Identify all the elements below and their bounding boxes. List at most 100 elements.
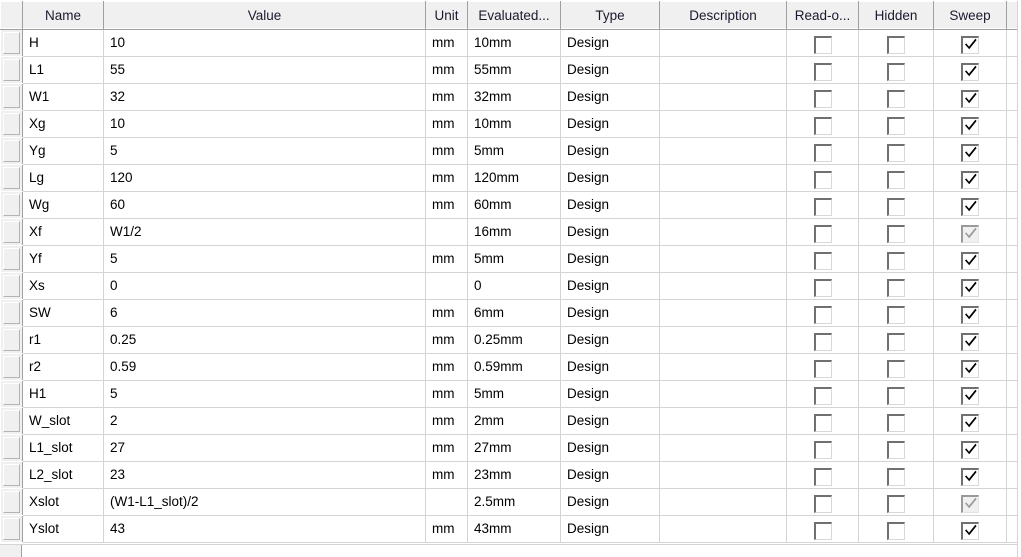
row-selector-box[interactable]	[2, 58, 20, 81]
readonly-checkbox[interactable]	[813, 521, 832, 540]
table-row[interactable]: Xg 10 mm 10mm Design	[0, 110, 1018, 138]
cell-readonly[interactable]	[786, 56, 859, 84]
cell-name[interactable]: W1	[22, 83, 104, 111]
cell-description[interactable]	[659, 326, 787, 354]
cell-type[interactable]: Design	[560, 380, 660, 408]
cell-evaluated[interactable]: 6mm	[467, 299, 561, 327]
row-selector-box[interactable]	[2, 409, 20, 432]
cell-type[interactable]: Design	[560, 461, 660, 489]
cell-description[interactable]	[659, 83, 787, 111]
cell-description[interactable]	[659, 488, 787, 516]
row-selector-cell[interactable]	[0, 56, 23, 84]
table-row[interactable]: SW 6 mm 6mm Design	[0, 299, 1018, 327]
hidden-checkbox[interactable]	[887, 305, 905, 324]
cell-sweep[interactable]	[933, 326, 1007, 354]
cell-readonly[interactable]	[786, 299, 859, 327]
column-header-name[interactable]: Name	[22, 1, 104, 30]
cell-name[interactable]: Xf	[22, 218, 104, 246]
sweep-checkbox[interactable]	[961, 278, 979, 297]
cell-sweep[interactable]	[933, 515, 1007, 543]
cell-name[interactable]: r1	[22, 326, 104, 354]
cell-readonly[interactable]	[786, 380, 859, 408]
cell-unit[interactable]	[425, 272, 468, 300]
table-row[interactable]: L2_slot 23 mm 23mm Design	[0, 461, 1018, 489]
column-header-readonly[interactable]: Read-o...	[786, 1, 859, 30]
cell-unit[interactable]: mm	[425, 164, 468, 192]
table-row[interactable]: Wg 60 mm 60mm Design	[0, 191, 1018, 219]
row-selector-box[interactable]	[2, 355, 20, 378]
cell-name[interactable]: Xs	[22, 272, 104, 300]
sweep-checkbox[interactable]	[961, 467, 979, 486]
cell-name[interactable]: Wg	[22, 191, 104, 219]
cell-unit[interactable]: mm	[425, 56, 468, 84]
column-header-description[interactable]: Description	[659, 1, 787, 30]
sweep-checkbox[interactable]	[961, 332, 979, 351]
cell-readonly[interactable]	[786, 110, 859, 138]
cell-value[interactable]: 5	[103, 380, 426, 408]
cell-type[interactable]: Design	[560, 56, 660, 84]
readonly-checkbox[interactable]	[813, 197, 832, 216]
sweep-checkbox[interactable]	[961, 197, 979, 216]
cell-evaluated[interactable]: 2.5mm	[467, 488, 561, 516]
cell-sweep[interactable]	[933, 191, 1007, 219]
cell-description[interactable]	[659, 461, 787, 489]
row-selector-cell[interactable]	[0, 488, 23, 516]
cell-unit[interactable]: mm	[425, 137, 468, 165]
column-header-hidden[interactable]: Hidden	[858, 1, 934, 30]
cell-value[interactable]: 10	[103, 110, 426, 138]
cell-value[interactable]: 5	[103, 245, 426, 273]
cell-type[interactable]: Design	[560, 83, 660, 111]
cell-unit[interactable]: mm	[425, 110, 468, 138]
cell-evaluated[interactable]: 0.59mm	[467, 353, 561, 381]
cell-type[interactable]: Design	[560, 326, 660, 354]
row-selector-cell[interactable]	[0, 380, 23, 408]
hidden-checkbox[interactable]	[887, 251, 905, 270]
cell-value[interactable]: 2	[103, 407, 426, 435]
cell-hidden[interactable]	[858, 245, 934, 273]
cell-evaluated[interactable]: 0	[467, 272, 561, 300]
cell-readonly[interactable]	[786, 164, 859, 192]
cell-hidden[interactable]	[858, 380, 934, 408]
readonly-checkbox[interactable]	[813, 35, 832, 54]
cell-value[interactable]: 6	[103, 299, 426, 327]
row-selector-box[interactable]	[2, 328, 20, 351]
hidden-checkbox[interactable]	[887, 35, 905, 54]
cell-evaluated[interactable]: 120mm	[467, 164, 561, 192]
cell-value[interactable]: 43	[103, 515, 426, 543]
cell-sweep[interactable]	[933, 299, 1007, 327]
cell-evaluated[interactable]: 10mm	[467, 29, 561, 57]
cell-unit[interactable]: mm	[425, 83, 468, 111]
cell-description[interactable]	[659, 353, 787, 381]
cell-hidden[interactable]	[858, 272, 934, 300]
cell-hidden[interactable]	[858, 218, 934, 246]
hidden-checkbox[interactable]	[887, 440, 905, 459]
cell-description[interactable]	[659, 299, 787, 327]
row-selector-box[interactable]	[2, 382, 20, 405]
row-selector-box[interactable]	[2, 220, 20, 243]
cell-value[interactable]: 0.25	[103, 326, 426, 354]
table-row[interactable]: r2 0.59 mm 0.59mm Design	[0, 353, 1018, 381]
cell-type[interactable]: Design	[560, 353, 660, 381]
hidden-checkbox[interactable]	[887, 386, 905, 405]
cell-unit[interactable]: mm	[425, 515, 468, 543]
cell-type[interactable]: Design	[560, 191, 660, 219]
cell-sweep[interactable]	[933, 218, 1007, 246]
hidden-checkbox[interactable]	[887, 278, 905, 297]
row-selector-cell[interactable]	[0, 299, 23, 327]
table-row[interactable]: L1 55 mm 55mm Design	[0, 56, 1018, 84]
table-row[interactable]: Yg 5 mm 5mm Design	[0, 137, 1018, 165]
cell-type[interactable]: Design	[560, 488, 660, 516]
readonly-checkbox[interactable]	[813, 305, 832, 324]
cell-hidden[interactable]	[858, 83, 934, 111]
readonly-checkbox[interactable]	[813, 278, 832, 297]
readonly-checkbox[interactable]	[813, 251, 832, 270]
cell-description[interactable]	[659, 407, 787, 435]
cell-name[interactable]: Xg	[22, 110, 104, 138]
cell-evaluated[interactable]: 5mm	[467, 380, 561, 408]
row-selector-cell[interactable]	[0, 83, 23, 111]
readonly-checkbox[interactable]	[813, 494, 832, 513]
cell-readonly[interactable]	[786, 434, 859, 462]
hidden-checkbox[interactable]	[887, 89, 905, 108]
table-row[interactable]: Yf 5 mm 5mm Design	[0, 245, 1018, 273]
hidden-checkbox[interactable]	[887, 467, 905, 486]
